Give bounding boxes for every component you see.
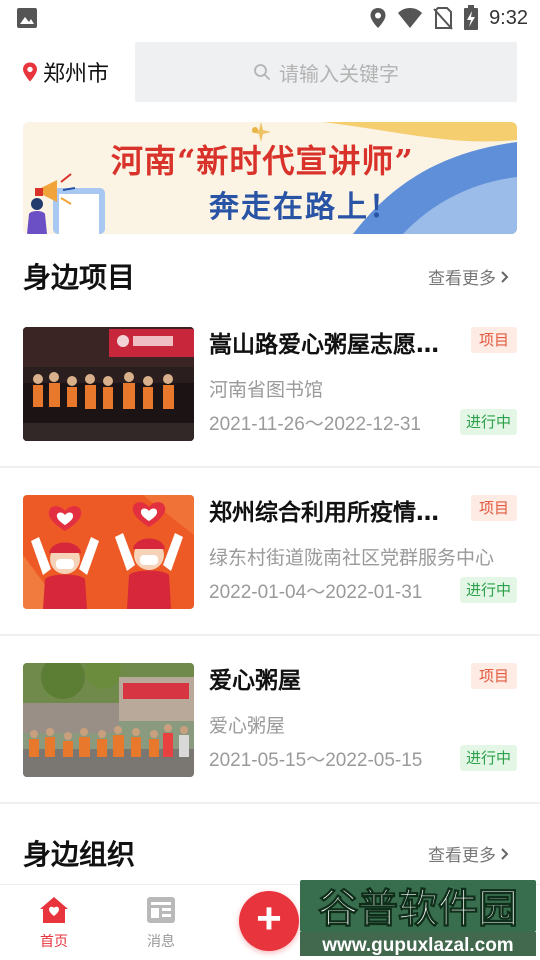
projects-see-more-link[interactable]: 查看更多 xyxy=(428,264,510,289)
nav-messages-label: 消息 xyxy=(147,934,175,950)
promo-banner[interactable]: 河南“新时代宣讲师” 奔走在路上！ xyxy=(23,122,517,234)
home-icon xyxy=(40,897,68,923)
orgs-section-header: 身边组织 查看更多 xyxy=(0,833,540,873)
chevron-right-icon xyxy=(501,270,509,283)
wifi-icon xyxy=(398,8,423,28)
project-organization: 河南省图书馆 xyxy=(209,379,324,401)
project-status-badge: 进行中 xyxy=(459,745,517,771)
divider xyxy=(0,634,540,636)
project-title: 嵩山路爱心粥屋志愿服务 xyxy=(209,332,449,358)
project-organization: 爱心粥屋 xyxy=(209,715,286,737)
search-input[interactable]: 请输入关键字 xyxy=(135,42,517,102)
image-icon xyxy=(17,8,37,28)
divider xyxy=(0,802,540,804)
site-watermark: 谷普软件园 www.gupuxlazal.com xyxy=(294,874,540,960)
search-placeholder: 请输入关键字 xyxy=(279,61,399,86)
location-icon xyxy=(370,8,386,28)
watermark-brand: 谷普软件园 xyxy=(318,886,518,932)
orgs-see-more-link[interactable]: 查看更多 xyxy=(428,841,510,866)
nav-messages[interactable]: 消息 xyxy=(131,895,191,955)
project-date-range: 2021-11-26～2022-12-31 xyxy=(209,414,421,435)
project-title: 郑州综合利用所疫情防控 xyxy=(209,500,449,526)
projects-section-header: 身边项目 查看更多 xyxy=(0,256,540,296)
project-type-badge: 项目 xyxy=(470,663,517,689)
status-icons: 9:32 xyxy=(369,4,528,32)
section-title: 身边组织 xyxy=(23,838,136,871)
project-card[interactable]: 郑州综合利用所疫情防控 项目 绿东村街道陇南社区党群服务中心 2022-01-0… xyxy=(0,485,540,653)
location-pin-icon xyxy=(23,62,37,82)
city-name: 郑州市 xyxy=(43,62,110,87)
watermark-url: www.gupuxlazal.com xyxy=(321,935,513,956)
clock: 9:32 xyxy=(489,6,528,29)
no-sim-icon xyxy=(433,7,453,30)
project-card[interactable]: 爱心粥屋 项目 爱心粥屋 2021-05-15～2022-05-15 进行中 xyxy=(0,653,540,821)
battery-charging-icon xyxy=(464,5,479,30)
add-button[interactable]: + xyxy=(239,891,299,951)
messages-icon xyxy=(147,897,175,923)
nav-home-label: 首页 xyxy=(40,934,68,950)
see-more-label: 查看更多 xyxy=(428,846,496,866)
banner-headline: 河南“新时代宣讲师” xyxy=(111,142,414,180)
project-date-range: 2021-05-15～2022-05-15 xyxy=(209,750,423,771)
project-status-badge: 进行中 xyxy=(459,577,517,603)
city-selector[interactable]: 郑州市 xyxy=(22,56,109,88)
nav-home[interactable]: 首页 xyxy=(24,895,84,955)
see-more-label: 查看更多 xyxy=(428,269,496,289)
header: 郑州市 请输入关键字 xyxy=(0,42,540,104)
project-thumbnail xyxy=(23,327,194,441)
plus-icon: + xyxy=(256,894,282,943)
status-bar: 9:32 xyxy=(0,0,540,36)
project-organization: 绿东村街道陇南社区党群服务中心 xyxy=(209,547,495,569)
project-type-badge: 项目 xyxy=(470,327,517,353)
project-title: 爱心粥屋 xyxy=(209,668,301,694)
chevron-right-icon xyxy=(501,847,509,860)
project-card[interactable]: 嵩山路爱心粥屋志愿服务 项目 河南省图书馆 2021-11-26～2022-12… xyxy=(0,317,540,485)
project-date-range: 2022-01-04～2022-01-31 xyxy=(209,582,423,603)
project-status-badge: 进行中 xyxy=(459,409,517,435)
banner-subline: 奔走在路上！ xyxy=(209,190,401,225)
project-thumbnail xyxy=(23,495,194,609)
project-thumbnail xyxy=(23,663,194,777)
section-title: 身边项目 xyxy=(23,261,136,294)
project-type-badge: 项目 xyxy=(470,495,517,521)
search-icon xyxy=(254,64,270,80)
divider xyxy=(0,466,540,468)
